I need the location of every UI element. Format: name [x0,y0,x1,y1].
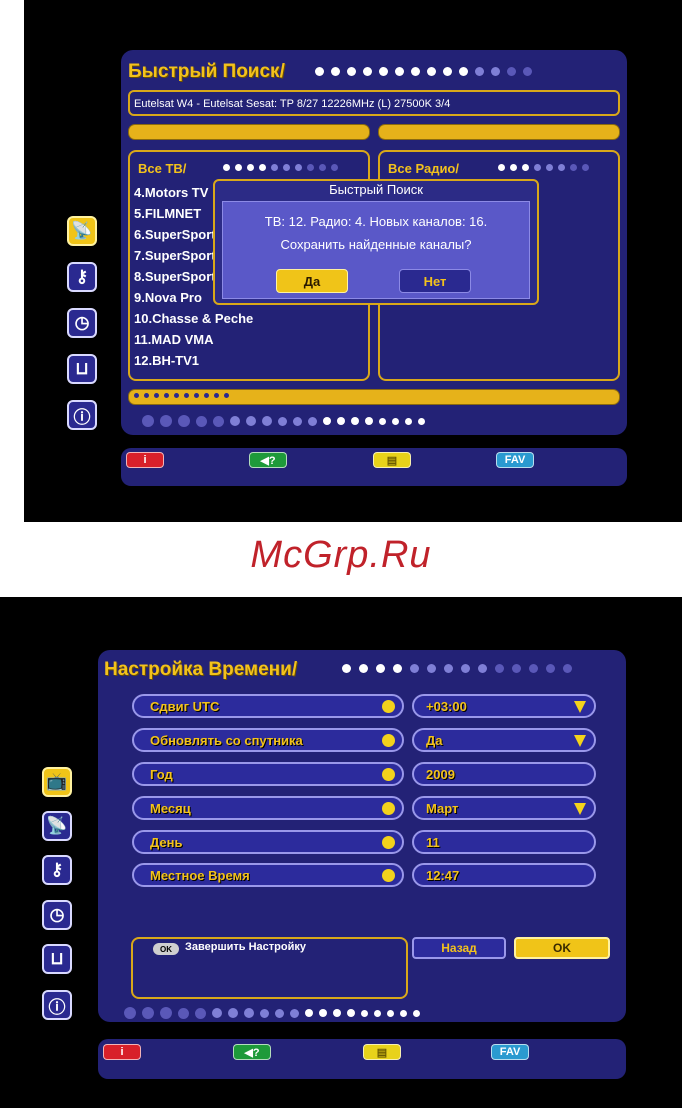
progress-dots [134,393,229,398]
info-icon[interactable]: ⓘ [42,990,72,1020]
dropdown-arrow-icon [574,803,586,815]
setting-day[interactable]: День [132,830,404,854]
satellite-icon[interactable]: 📡 [42,811,72,841]
clock-icon[interactable]: ◷ [42,900,72,930]
page-title: Быстрый Поиск/ [128,61,285,82]
dropdown-arrow-icon [574,701,586,713]
channel-item[interactable]: 10.Chasse & Peche [134,311,253,326]
indicator-dot-icon [382,869,395,882]
setting-utc-offset[interactable]: Сдвиг UTC [132,694,404,718]
value-day[interactable]: 11 [412,830,596,854]
dialog-summary: ТВ: 12. Радио: 4. Новых каналов: 16. [264,214,488,229]
yellow-button[interactable]: ▤ [373,452,411,468]
value-year[interactable]: 2009 [412,762,596,786]
red-button[interactable]: i [103,1044,141,1060]
channel-item[interactable]: 5.FILMNET [134,206,201,221]
dialog-title: Быстрый Поиск [329,182,423,197]
channel-item[interactable]: 4.Motors TV [134,185,208,200]
green-button[interactable]: ◀? [249,452,287,468]
yes-button[interactable]: Да [276,269,348,293]
quick-search-dialog: Быстрый Поиск ТВ: 12. Радио: 4. Новых ка… [213,179,539,305]
back-button[interactable]: Назад [412,937,506,959]
indicator-dot-icon [382,734,395,747]
green-button[interactable]: ◀? [233,1044,271,1060]
indicator-dot-icon [382,768,395,781]
screen-quick-search: Быстрый Поиск/ Eutelsat W4 - Eutelsat Se… [24,0,682,522]
info-icon[interactable]: ⓘ [67,400,97,430]
signal-quality-bar [378,124,620,140]
dialog-question: Сохранить найденные каналы? [280,237,472,252]
signal-level-bar [128,124,370,140]
screen-time-settings: Настройка Времени/ Сдвиг UTC +03:00 Обно… [0,597,682,1108]
value-update-from-satellite[interactable]: Да [412,728,596,752]
value-utc-offset[interactable]: +03:00 [412,694,596,718]
bottom-dots [124,1007,420,1019]
page-title: Настройка Времени/ [104,659,298,680]
channel-item[interactable]: 7.SuperSport [134,248,216,263]
radio-list-dots [498,164,589,171]
channel-item[interactable]: 9.Nova Pro [134,290,202,305]
setting-local-time[interactable]: Местное Время [132,863,404,887]
setting-year[interactable]: Год [132,762,404,786]
ok-key-badge: OK [153,943,179,955]
channel-item[interactable]: 11.MAD VMA [134,332,213,347]
key-icon[interactable]: ⚷ [67,262,97,292]
tools-icon[interactable]: ⊔ [67,354,97,384]
tools-icon[interactable]: ⊔ [42,944,72,974]
fav-button[interactable]: FAV [491,1044,529,1060]
hint-box: OK Завершить Настройку [131,937,408,999]
indicator-dot-icon [382,700,395,713]
dialog-body: ТВ: 12. Радио: 4. Новых каналов: 16. Сох… [222,201,530,299]
transponder-info: Eutelsat W4 - Eutelsat Sesat: TP 8/27 12… [128,90,620,116]
tv-icon[interactable]: 📺 [42,767,72,797]
radio-list-header: Все Радио/ [388,161,459,176]
title-dots [315,67,532,76]
hint-text: Завершить Настройку [185,941,306,953]
watermark: McGrp.Ru [250,534,432,576]
no-button[interactable]: Нет [399,269,471,293]
key-icon[interactable]: ⚷ [42,855,72,885]
red-button[interactable]: i [126,452,164,468]
fav-button[interactable]: FAV [496,452,534,468]
satellite-icon[interactable]: 📡 [67,216,97,246]
setting-month[interactable]: Месяц [132,796,404,820]
footer-bar [98,1039,626,1079]
yellow-button[interactable]: ▤ [363,1044,401,1060]
indicator-dot-icon [382,836,395,849]
clock-icon[interactable]: ◷ [67,308,97,338]
title-dots [342,664,572,673]
value-local-time[interactable]: 12:47 [412,863,596,887]
channel-item[interactable]: 12.BH-TV1 [134,353,199,368]
channel-item[interactable]: 8.SuperSport [134,269,216,284]
bottom-dots [142,415,425,427]
value-month[interactable]: Март [412,796,596,820]
ok-button[interactable]: OK [514,937,610,959]
tv-list-dots [223,164,338,171]
channel-item[interactable]: 6.SuperSport [134,227,216,242]
indicator-dot-icon [382,802,395,815]
setting-update-from-satellite[interactable]: Обновлять со спутника [132,728,404,752]
tv-list-header: Все ТВ/ [138,161,187,176]
dropdown-arrow-icon [574,735,586,747]
